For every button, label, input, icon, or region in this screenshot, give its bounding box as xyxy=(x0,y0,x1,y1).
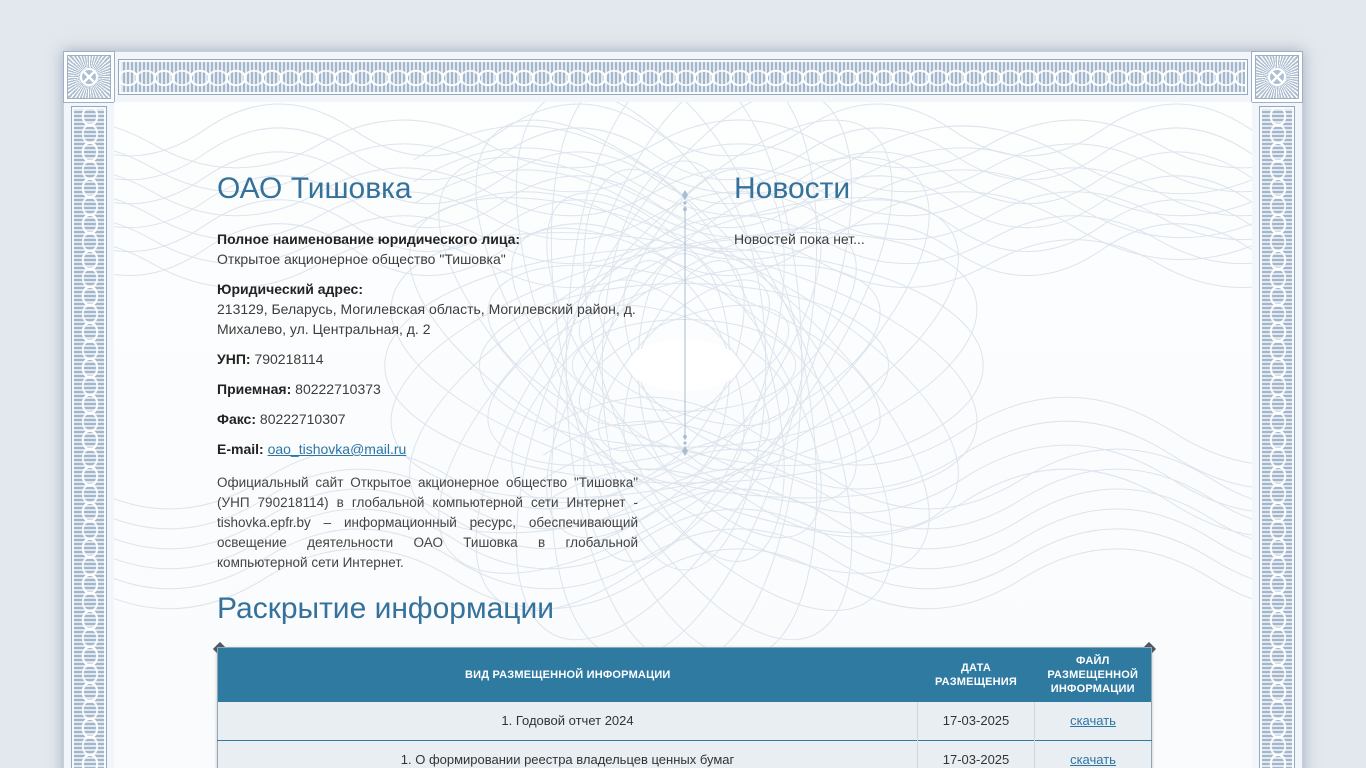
corner-ornament-top-right xyxy=(1252,52,1302,102)
cell-info-name: 1. Годовой отчет 2024 xyxy=(218,702,918,741)
company-title: ОАО Тишовка xyxy=(217,173,638,205)
corner-ornament-top-left xyxy=(64,52,114,102)
column-header-file: ФАЙЛ РАЗМЕЩЕННОЙ ИНФОРМАЦИИ xyxy=(1035,648,1152,702)
field-fax: Факс: 80222710307 xyxy=(217,409,638,429)
field-value: 80222710373 xyxy=(295,381,381,397)
cell-date: 17-03-2025 xyxy=(918,702,1035,741)
field-email: E-mail: oao_tishovka@mail.ru xyxy=(217,439,638,459)
field-label: Полное наименование юридического лица: xyxy=(217,231,520,247)
field-unp: УНП: 790218114 xyxy=(217,349,638,369)
download-link[interactable]: скачать xyxy=(1070,713,1116,728)
disclosure-table: ВИД РАЗМЕЩЕННОЙ ИНФОРМАЦИИ ДАТА РАЗМЕЩЕН… xyxy=(217,647,1152,768)
disclosure-table-wrap: ВИД РАЗМЕЩЕННОЙ ИНФОРМАЦИИ ДАТА РАЗМЕЩЕН… xyxy=(217,647,1152,768)
field-label: Приемная: xyxy=(217,381,291,397)
download-link[interactable]: скачать xyxy=(1070,752,1116,767)
news-title: Новости xyxy=(734,173,1174,205)
circle-cross-icon xyxy=(80,68,98,86)
company-info-section: ОАО Тишовка Полное наименование юридичес… xyxy=(217,173,638,573)
disclosure-section: Раскрытие информации ВИД РАЗМЕЩЕННОЙ ИНФ… xyxy=(217,593,1152,768)
border-band-left xyxy=(71,106,107,768)
field-label: Юридический адрес: xyxy=(217,281,363,297)
border-band-right xyxy=(1259,106,1295,768)
news-empty-message: Новостей пока нет... xyxy=(734,229,1174,249)
certificate-frame: ОАО Тишовка Полное наименование юридичес… xyxy=(63,51,1303,768)
news-section: Новости Новостей пока нет... xyxy=(734,173,1174,249)
field-label: УНП: xyxy=(217,351,251,367)
table-header-row: ВИД РАЗМЕЩЕННОЙ ИНФОРМАЦИИ ДАТА РАЗМЕЩЕН… xyxy=(218,648,1152,702)
field-label: Факс: xyxy=(217,411,256,427)
field-value: 790218114 xyxy=(254,351,323,367)
cell-info-name: 1. О формировании реестра владельцев цен… xyxy=(218,740,918,768)
border-band-top xyxy=(118,59,1248,95)
page-background: ОАО Тишовка Полное наименование юридичес… xyxy=(0,0,1366,768)
field-value: Открытое акционерное общество "Тишовка" xyxy=(217,251,506,267)
field-label: E-mail: xyxy=(217,441,264,457)
column-divider-ornament xyxy=(679,190,691,456)
email-link[interactable]: oao_tishovka@mail.ru xyxy=(268,441,407,457)
cell-file: скачать xyxy=(1035,702,1152,741)
field-reception-phone: Приемная: 80222710373 xyxy=(217,379,638,399)
company-description: Официальный сайт Открытое акционерное об… xyxy=(217,473,638,573)
disclosure-title: Раскрытие информации xyxy=(217,593,1152,625)
field-full-name: Полное наименование юридического лица: О… xyxy=(217,229,638,269)
column-header-info-type: ВИД РАЗМЕЩЕННОЙ ИНФОРМАЦИИ xyxy=(218,648,918,702)
circle-cross-icon xyxy=(1268,68,1286,86)
field-value: 80222710307 xyxy=(260,411,346,427)
table-row: 1. О формировании реестра владельцев цен… xyxy=(218,740,1152,768)
field-value: 213129, Беларусь, Могилевская область, М… xyxy=(217,301,636,337)
cell-date: 17-03-2025 xyxy=(918,740,1035,768)
column-header-date: ДАТА РАЗМЕЩЕНИЯ xyxy=(918,648,1035,702)
cell-file: скачать xyxy=(1035,740,1152,768)
field-legal-address: Юридический адрес: 213129, Беларусь, Мог… xyxy=(217,279,638,339)
table-row: 1. Годовой отчет 2024 17-03-2025 скачать xyxy=(218,702,1152,741)
certificate-content: ОАО Тишовка Полное наименование юридичес… xyxy=(114,102,1252,768)
